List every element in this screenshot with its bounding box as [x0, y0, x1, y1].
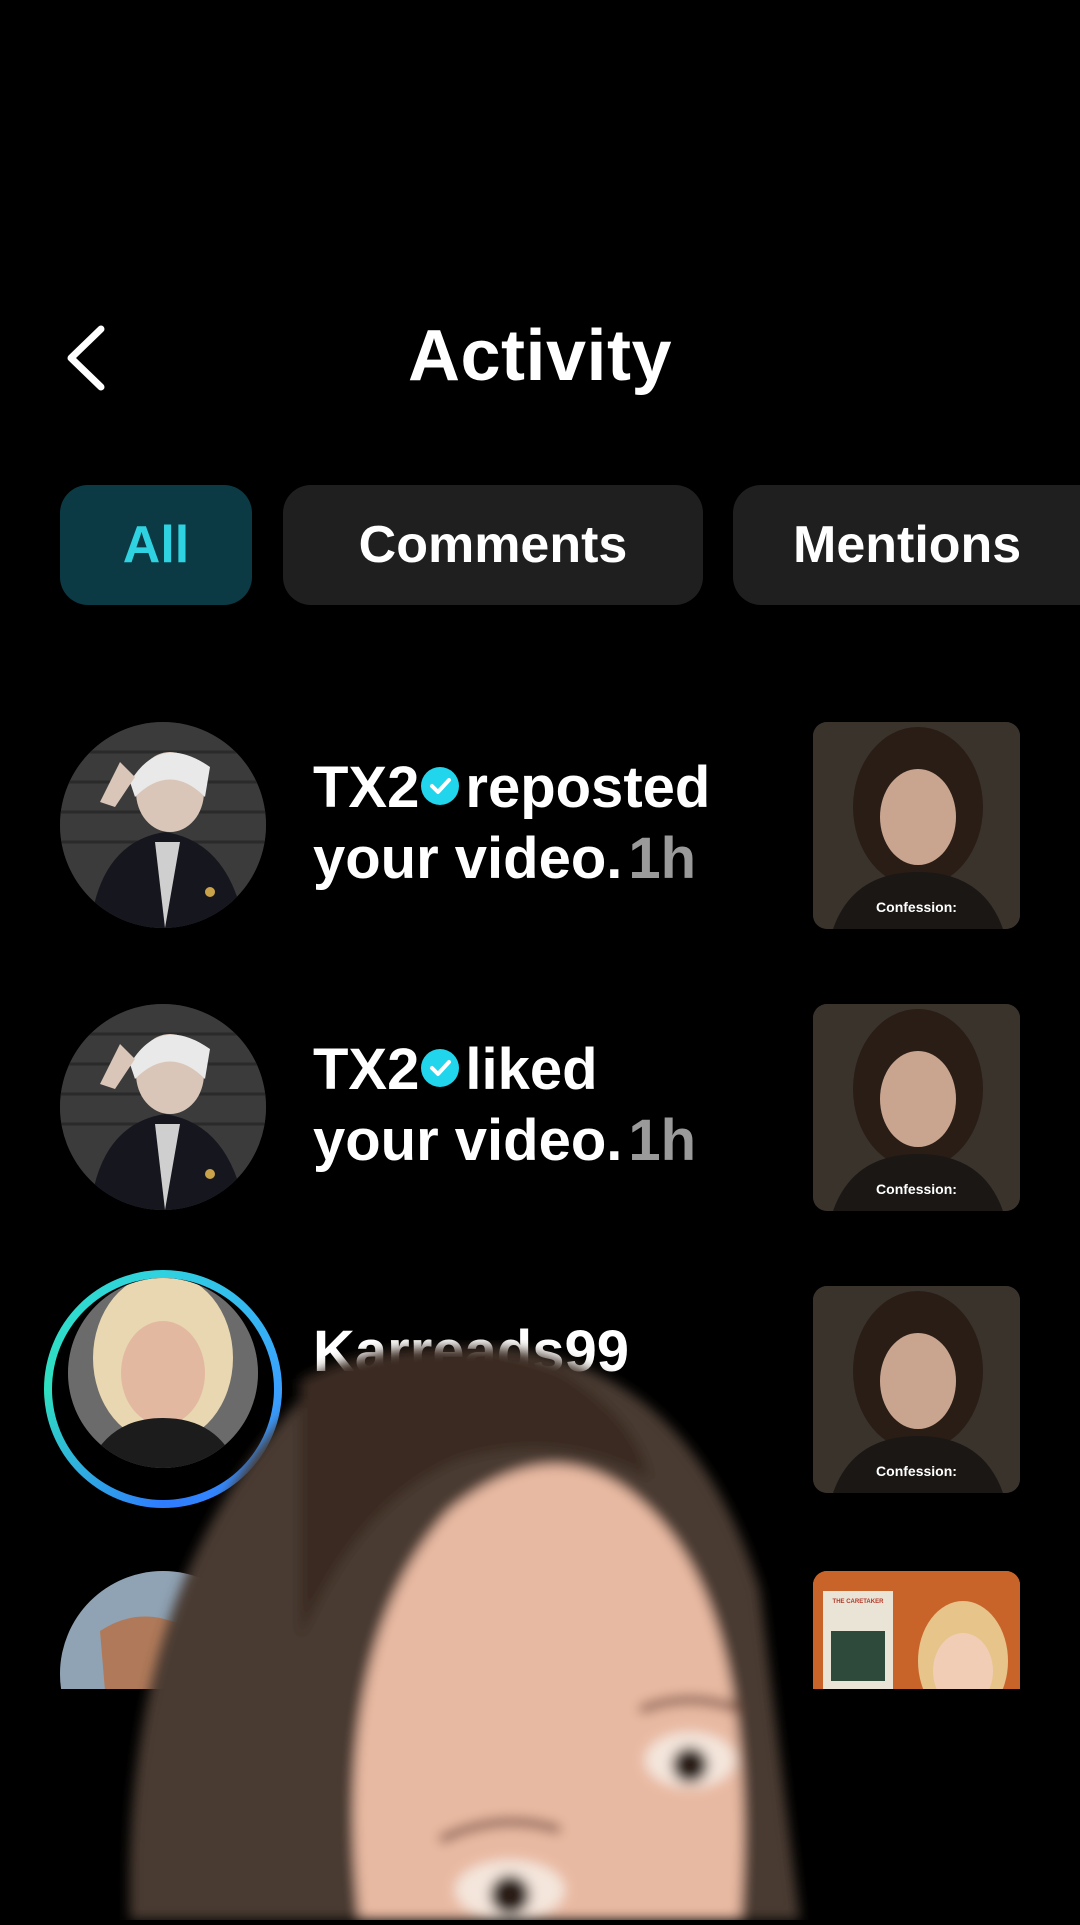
tab-mentions[interactable]: Mentions: [733, 485, 1080, 605]
thumbnail-caption: Confession:: [876, 1463, 957, 1479]
avatar[interactable]: [68, 1278, 258, 1468]
video-thumbnail[interactable]: THE CARETAKER: [813, 1571, 1020, 1689]
thumbnail-caption: THE CARETAKER: [832, 1599, 884, 1605]
tab-all[interactable]: All: [60, 485, 252, 605]
activity-time: 1h: [628, 826, 697, 891]
verified-badge-icon: [421, 766, 460, 805]
activity-object: your video.: [313, 1108, 623, 1173]
activity-row[interactable]: Karreads99 liked your Confession:: [0, 1270, 1080, 1508]
activity-text: TX2 reposted your video. 1h: [313, 752, 773, 894]
activity-row[interactable]: TX2 reposted your video. 1h Confession:: [0, 722, 1080, 932]
avatar[interactable]: [60, 722, 266, 928]
activity-text: TX2 liked your video. 1h: [313, 1034, 773, 1176]
activity-time: 1h: [628, 1108, 697, 1173]
activity-action: reposted: [465, 755, 711, 820]
avatar[interactable]: [60, 1004, 266, 1210]
video-thumbnail[interactable]: Confession:: [813, 722, 1020, 929]
activity-object: your video.: [313, 826, 623, 891]
username[interactable]: TX2: [313, 1037, 419, 1102]
list-fade: [0, 1690, 1080, 1920]
username[interactable]: Karreads99: [313, 1319, 629, 1384]
activity-row[interactable]: THE CARETAKER: [0, 1571, 1080, 1689]
activity-action: liked: [465, 1037, 598, 1102]
video-thumbnail[interactable]: Confession:: [813, 1004, 1020, 1211]
activity-row[interactable]: TX2 liked your video. 1h Confession:: [0, 1004, 1080, 1214]
username[interactable]: TX2: [313, 755, 419, 820]
avatar[interactable]: [60, 1571, 266, 1689]
activity-text: Karreads99 liked your: [313, 1316, 773, 1458]
verified-badge-icon: [421, 1048, 460, 1087]
tab-comments[interactable]: Comments: [283, 485, 703, 605]
page-title: Activity: [407, 316, 673, 396]
thumbnail-caption: Confession:: [876, 899, 957, 915]
video-thumbnail[interactable]: Confession:: [813, 1286, 1020, 1493]
activity-action: liked your: [313, 1390, 587, 1455]
thumbnail-caption: Confession:: [876, 1181, 957, 1197]
